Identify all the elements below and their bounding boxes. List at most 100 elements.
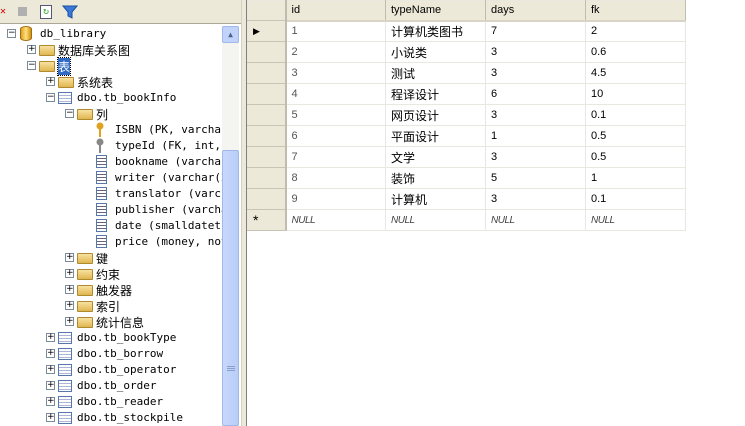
tree-node-column[interactable]: ISBN (PK, varchar( [0, 122, 234, 138]
tree-node-subfolder[interactable]: + 统计信息 [0, 314, 222, 330]
cell-fk[interactable]: 10 [585, 83, 686, 105]
table-row[interactable]: 2 小说类 3 0.6 [247, 41, 686, 63]
cell-id[interactable]: 2 [285, 41, 386, 63]
tree-node-column[interactable]: writer (varchar(21 [0, 170, 234, 186]
cell-fk[interactable]: 0.1 [585, 104, 686, 126]
expand-icon[interactable]: + [65, 285, 74, 294]
cell-fk[interactable]: 0.6 [585, 41, 686, 63]
table-row[interactable]: ▶ 1 计算机类图书 7 2 [247, 20, 686, 42]
cell-id[interactable]: 3 [285, 62, 386, 84]
collapse-icon[interactable]: − [65, 109, 74, 118]
collapse-icon[interactable]: − [46, 93, 55, 102]
table-row[interactable]: 9 计算机 3 0.1 [247, 188, 686, 210]
tree-node-table[interactable]: + dbo.tb_stockpile [0, 410, 222, 426]
expand-icon[interactable]: + [65, 269, 74, 278]
cell-id[interactable]: 5 [285, 104, 386, 126]
row-header[interactable] [247, 188, 287, 210]
cell-typeName[interactable]: 文学 [385, 146, 486, 168]
cell-id[interactable]: 9 [285, 188, 386, 210]
table-row[interactable]: 6 平面设计 1 0.5 [247, 125, 686, 147]
cell-id[interactable]: 7 [285, 146, 386, 168]
expand-icon[interactable]: + [46, 397, 55, 406]
tree-node-column[interactable]: bookname (varchar( [0, 154, 234, 170]
cell-typeName[interactable]: 计算机 [385, 188, 486, 210]
row-header[interactable] [247, 41, 287, 63]
expand-icon[interactable]: + [65, 317, 74, 326]
cell-fk[interactable]: 2 [585, 20, 686, 42]
new-row[interactable]: * NULL NULL NULL NULL [247, 209, 686, 231]
table-row[interactable]: 3 测试 3 4.5 [247, 62, 686, 84]
table-row[interactable]: 4 程译设计 6 10 [247, 83, 686, 105]
expand-icon[interactable]: + [46, 381, 55, 390]
table-row[interactable]: 5 网页设计 3 0.1 [247, 104, 686, 126]
filter-icon[interactable] [62, 4, 78, 20]
row-header[interactable] [247, 104, 287, 126]
expand-icon[interactable]: + [46, 77, 55, 86]
cell-days[interactable]: 6 [485, 83, 586, 105]
tree-node-table[interactable]: + dbo.tb_bookType [0, 330, 222, 346]
tree-node-column[interactable]: date (smalldatetim [0, 218, 234, 234]
null-cell[interactable]: NULL [585, 209, 686, 231]
row-header[interactable] [247, 62, 287, 84]
column-header-id[interactable]: id [285, 0, 386, 22]
scroll-thumb[interactable] [222, 150, 239, 426]
cell-typeName[interactable]: 计算机类图书 [385, 20, 486, 42]
null-cell[interactable]: NULL [485, 209, 586, 231]
row-header[interactable] [247, 125, 287, 147]
cell-fk[interactable]: 1 [585, 167, 686, 189]
cell-typeName[interactable]: 装饰 [385, 167, 486, 189]
cell-id[interactable]: 1 [285, 20, 386, 42]
table-row[interactable]: 8 装饰 5 1 [247, 167, 686, 189]
row-header[interactable] [247, 167, 287, 189]
row-header[interactable] [247, 146, 287, 168]
cell-id[interactable]: 8 [285, 167, 386, 189]
row-header-corner[interactable] [247, 0, 287, 21]
cell-days[interactable]: 3 [485, 188, 586, 210]
tree-scrollbar[interactable]: ▲ [222, 26, 239, 426]
cell-days[interactable]: 1 [485, 125, 586, 147]
tree-node-db[interactable]: − db_library [0, 26, 222, 42]
cell-days[interactable]: 3 [485, 41, 586, 63]
tree-node-table[interactable]: + dbo.tb_order [0, 378, 222, 394]
tree-node-tables[interactable]: − 表 [0, 57, 222, 76]
cell-days[interactable]: 5 [485, 167, 586, 189]
expand-icon[interactable]: + [46, 413, 55, 422]
tree-node-table[interactable]: + dbo.tb_borrow [0, 346, 222, 362]
cell-fk[interactable]: 4.5 [585, 62, 686, 84]
cell-fk[interactable]: 0.1 [585, 188, 686, 210]
tree-node-subfolder[interactable]: + 键 [0, 250, 222, 266]
column-header-days[interactable]: days [485, 0, 586, 22]
tree-node-column[interactable]: translator (varcha [0, 186, 234, 202]
tree-node-subfolder[interactable]: + 约束 [0, 266, 222, 282]
disconnect-icon[interactable]: ✕ [0, 4, 6, 20]
cell-days[interactable]: 3 [485, 146, 586, 168]
null-cell[interactable]: NULL [385, 209, 486, 231]
new-row-indicator[interactable]: * [247, 209, 287, 231]
tree-node-subfolder[interactable]: + 触发器 [0, 282, 222, 298]
tree-node-system-tables[interactable]: + 系统表 [0, 74, 222, 90]
current-row-indicator[interactable]: ▶ [247, 20, 287, 42]
cell-days[interactable]: 7 [485, 20, 586, 42]
tree-node-column[interactable]: price (money, not [0, 234, 228, 250]
tree-node-table[interactable]: + dbo.tb_operator [0, 362, 222, 378]
cell-id[interactable]: 4 [285, 83, 386, 105]
table-row[interactable]: 7 文学 3 0.5 [247, 146, 686, 168]
expand-icon[interactable]: + [27, 45, 36, 54]
cell-fk[interactable]: 0.5 [585, 146, 686, 168]
tree-node-columns[interactable]: − 列 [0, 106, 222, 122]
cell-days[interactable]: 3 [485, 104, 586, 126]
cell-typeName[interactable]: 程译设计 [385, 83, 486, 105]
expand-icon[interactable]: + [46, 349, 55, 358]
cell-id[interactable]: 6 [285, 125, 386, 147]
cell-days[interactable]: 3 [485, 62, 586, 84]
tree-node-diagrams[interactable]: + 数据库关系图 [0, 42, 222, 58]
column-header-typeName[interactable]: typeName [385, 0, 486, 22]
collapse-icon[interactable]: − [7, 29, 16, 38]
refresh-icon[interactable]: ↻ [38, 4, 54, 20]
collapse-icon[interactable]: − [27, 61, 36, 70]
expand-icon[interactable]: + [65, 253, 74, 262]
tree-node-subfolder[interactable]: + 索引 [0, 298, 222, 314]
scroll-up-button[interactable]: ▲ [222, 26, 239, 43]
cell-typeName[interactable]: 测试 [385, 62, 486, 84]
tree-node-column[interactable]: publisher (varchar [0, 202, 234, 218]
